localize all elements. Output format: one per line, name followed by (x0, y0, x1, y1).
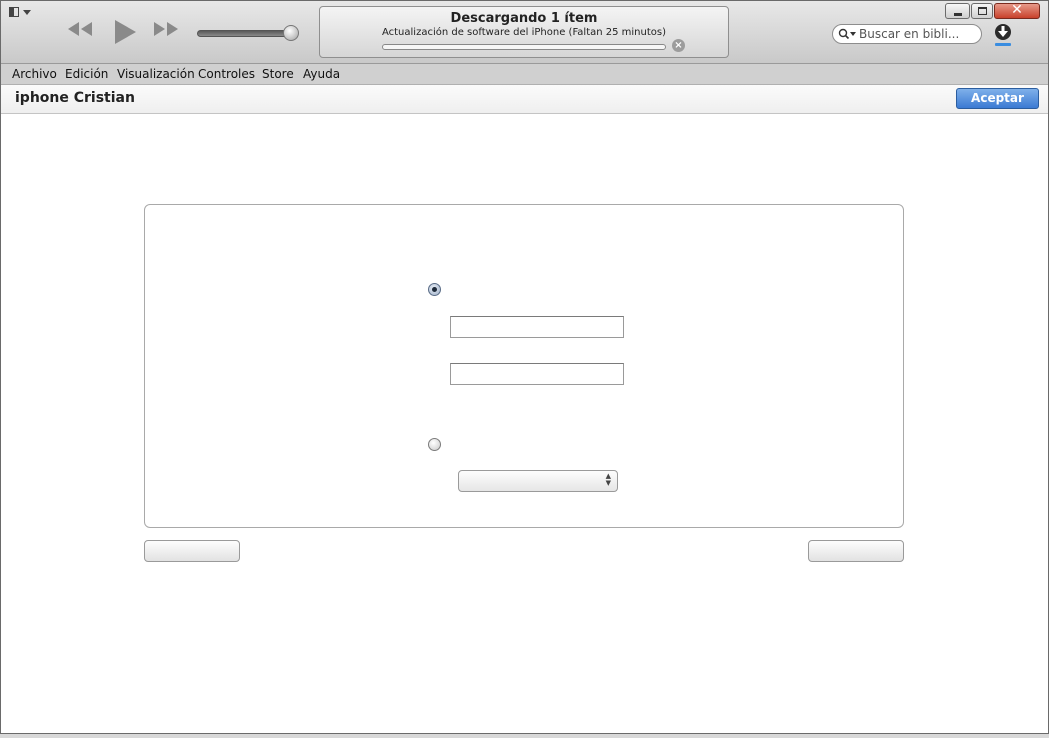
status-display: Descargando 1 ítem Actualización de soft… (319, 6, 729, 58)
close-window-button[interactable]: ✕ (994, 2, 1040, 19)
select-arrows-icon: ▲ ▼ (605, 472, 611, 487)
menu-bar: Archivo Edición Visualización Controles … (1, 64, 1048, 85)
play-icon[interactable] (113, 19, 137, 45)
search-box[interactable] (832, 24, 982, 44)
rewind-icon[interactable] (67, 21, 93, 37)
option-select[interactable]: ▲ ▼ (458, 470, 618, 492)
downloads-icon[interactable] (993, 23, 1013, 47)
itunes-window: Descargando 1 ítem Actualización de soft… (0, 0, 1049, 734)
search-options-caret-icon[interactable] (850, 32, 856, 36)
option-1-radio[interactable] (428, 283, 441, 296)
close-icon: ✕ (1011, 2, 1023, 18)
menu-controles[interactable]: Controles (198, 67, 255, 81)
download-status-detail: Actualización de software del iPhone (Fa… (381, 27, 667, 38)
option-2-radio[interactable] (428, 438, 441, 451)
menu-store[interactable]: Store (262, 67, 294, 81)
text-field-1[interactable] (450, 316, 624, 338)
maximize-button[interactable] (971, 3, 993, 19)
search-input[interactable] (859, 26, 977, 42)
download-progress-bar (382, 44, 666, 50)
continue-button[interactable] (808, 540, 904, 562)
accept-button[interactable]: Aceptar (956, 88, 1039, 109)
fast-forward-icon[interactable] (153, 21, 179, 37)
back-button[interactable] (144, 540, 240, 562)
volume-slider-knob[interactable] (283, 25, 299, 41)
menu-visualizacion[interactable]: Visualización (117, 67, 195, 81)
minimize-button[interactable] (945, 3, 970, 19)
cancel-download-icon[interactable]: × (672, 39, 685, 52)
menu-ayuda[interactable]: Ayuda (303, 67, 340, 81)
download-status-title: Descargando 1 ítem (450, 11, 598, 26)
device-name: iphone Cristian (15, 90, 135, 106)
setup-panel: ▲ ▼ (144, 204, 904, 528)
sidebar-toggle-icon[interactable] (9, 7, 31, 19)
menu-edicion[interactable]: Edición (65, 67, 108, 81)
device-header: iphone Cristian Aceptar (1, 85, 1048, 114)
text-field-2[interactable] (450, 363, 624, 385)
menu-archivo[interactable]: Archivo (12, 67, 57, 81)
volume-slider-track[interactable] (197, 30, 293, 37)
toolbar: Descargando 1 ítem Actualización de soft… (1, 1, 1048, 64)
search-icon[interactable] (838, 28, 850, 40)
